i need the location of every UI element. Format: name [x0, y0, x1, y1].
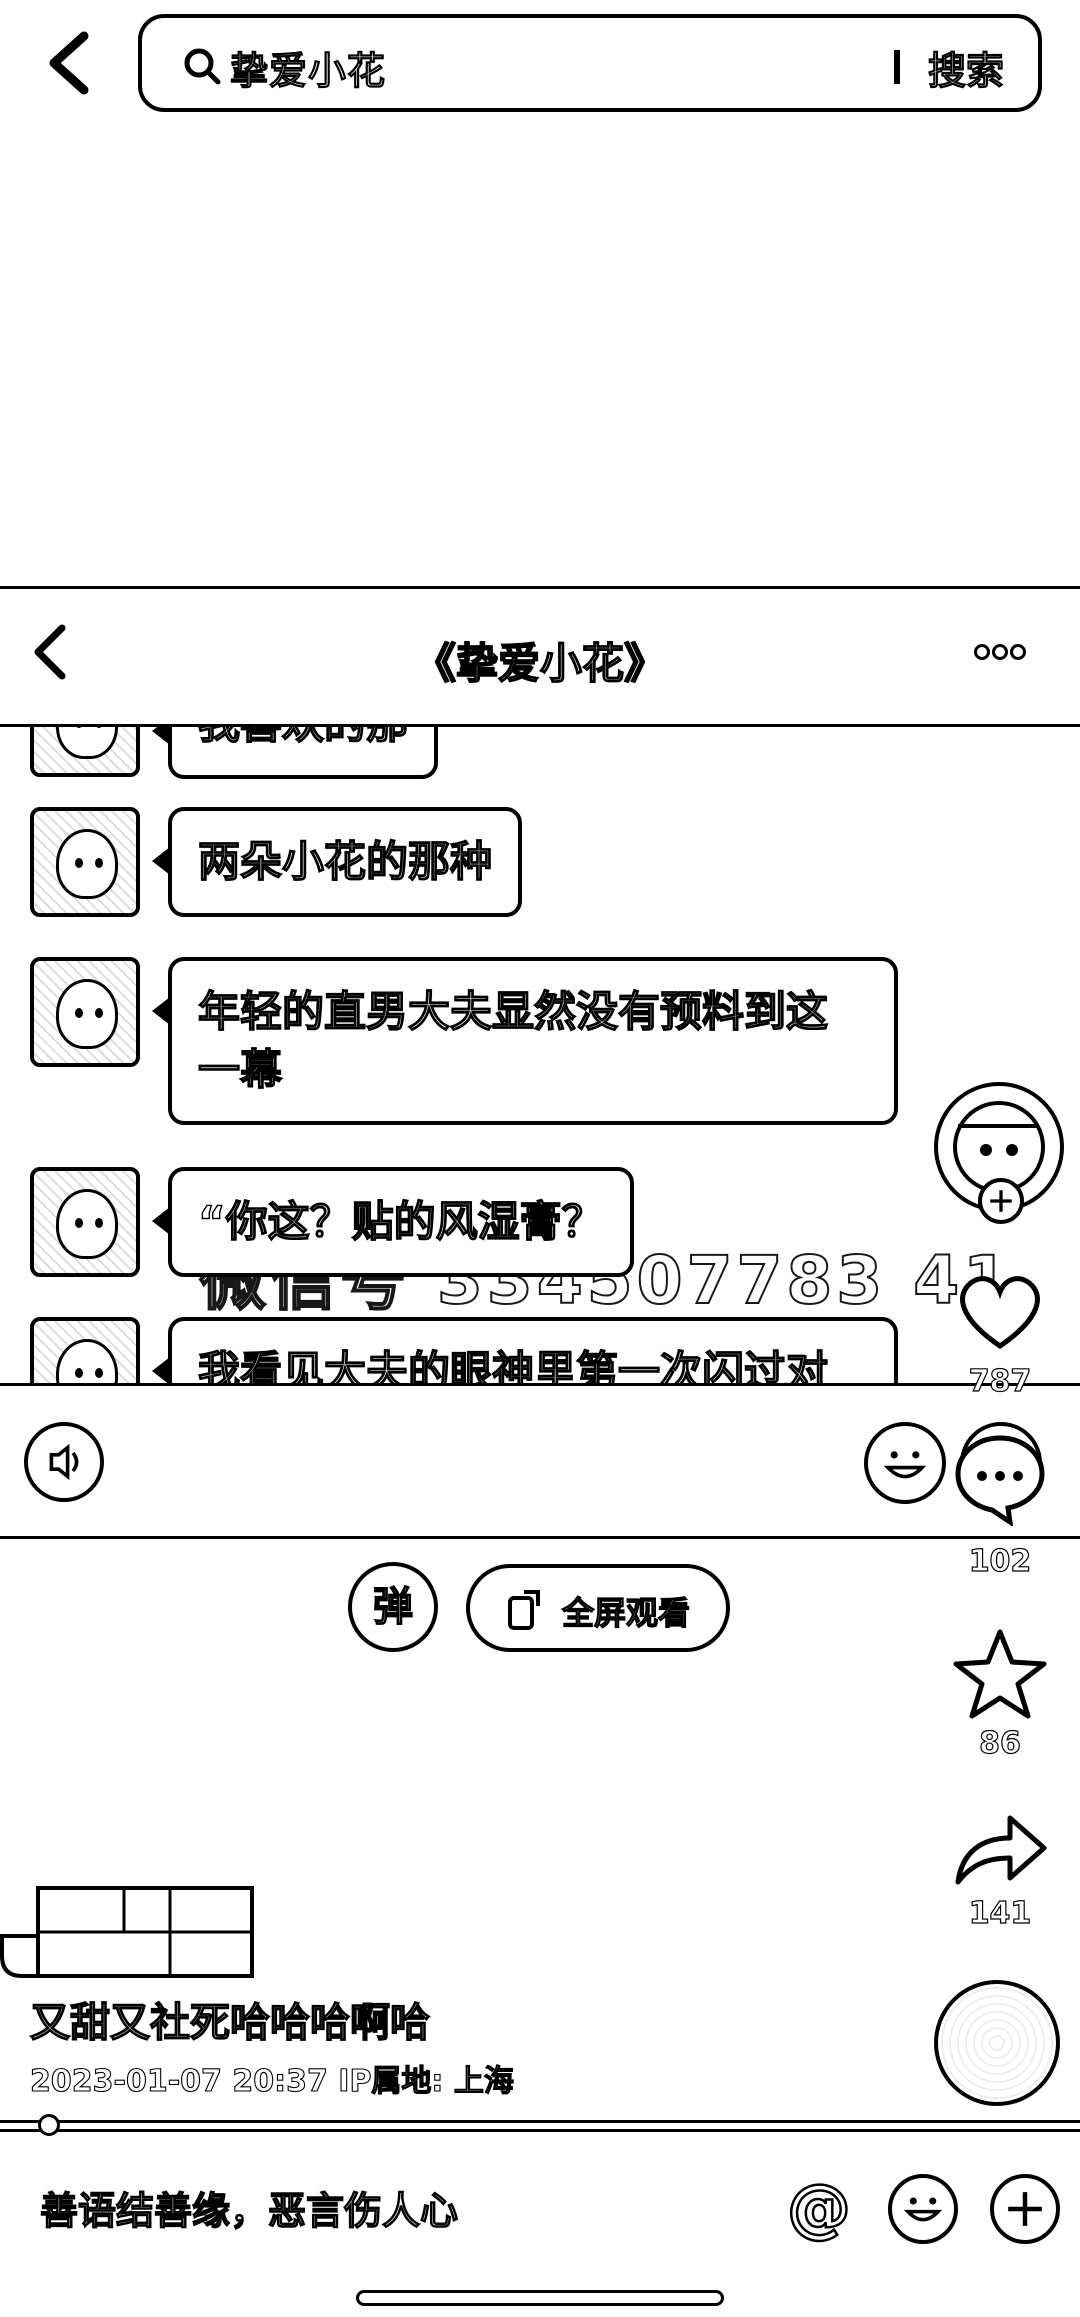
post-caption: 又甜又社死哈哈哈啊哈: [29, 1999, 430, 2046]
chat-avatar: [30, 957, 140, 1067]
comment-bubble-icon[interactable]: [952, 1430, 1048, 1526]
fullscreen-icon: [508, 1590, 540, 1630]
chat-message-text: 我看见大夫的眼神里第一次闪过对: [197, 1346, 829, 1383]
voice-icon: [24, 1422, 104, 1502]
favorite-star-icon[interactable]: [952, 1626, 1048, 1722]
video-progress-bar[interactable]: [0, 2120, 1080, 2132]
chat-bubble: 我喜欢的那: [151, 727, 439, 779]
chat-message-text: 我喜欢的那: [197, 727, 408, 749]
video-frame-bottom-border: [0, 1536, 1080, 1539]
share-arrow-icon[interactable]: [952, 1804, 1048, 1900]
chat-message-area: 微信号 334507783 41 我喜欢的那 两朵小花的那种 年轻的直男大夫显然…: [0, 727, 1080, 1383]
chat-input-divider: [0, 1383, 1080, 1386]
chat-bubble: 我看见大夫的眼神里第一次闪过对: [152, 1317, 898, 1383]
mention-at-symbol: @: [786, 2171, 853, 2248]
chat-message-text: “你这？贴的风湿膏？: [197, 1196, 604, 1246]
tag-grid-icon: [0, 1886, 254, 1978]
chat-title: 《挚爱小花》: [413, 638, 667, 689]
chat-bubble: 两朵小花的那种: [151, 807, 523, 917]
emoji-face-icon[interactable]: [888, 2174, 958, 2244]
search-button[interactable]: 搜索: [927, 40, 1004, 95]
more-dots-icon: [974, 644, 1028, 664]
chat-bubble: 年轻的直男大夫显然没有预料到这一幕: [152, 957, 898, 1125]
home-indicator[interactable]: [356, 2290, 724, 2306]
comment-input[interactable]: 善语结善缘，恶言伤人心: [39, 2180, 458, 2235]
search-bar[interactable]: 挚爱小花 搜索: [138, 14, 1042, 112]
post-meta: 2023-01-07 20:37 IP属地: 上海: [29, 2063, 514, 2099]
chat-message-text: 两朵小花的那种: [197, 836, 493, 886]
danmu-toggle-button[interactable]: 弹: [348, 1562, 438, 1652]
search-input[interactable]: 挚爱小花: [229, 40, 386, 95]
fullscreen-button[interactable]: 全屏观看: [466, 1564, 730, 1652]
chat-bubble: “你这？贴的风湿膏？: [152, 1167, 634, 1277]
progress-knob[interactable]: [38, 2114, 60, 2136]
comment-count: 102: [968, 1543, 1032, 1579]
chat-avatar: [30, 807, 140, 917]
chat-avatar: [30, 1317, 140, 1383]
share-count: 141: [968, 1895, 1032, 1931]
video-frame-top-border: [0, 586, 1080, 589]
chat-avatar: [30, 727, 140, 777]
chat-message-text: 年轻的直男大夫显然没有预料到这一幕: [197, 986, 829, 1094]
like-count: 787: [968, 1363, 1032, 1399]
back-arrow-icon[interactable]: [40, 28, 100, 98]
follow-plus-icon[interactable]: [978, 1178, 1024, 1224]
favorite-count: 86: [979, 1725, 1022, 1761]
chat-avatar: [30, 1167, 140, 1277]
search-cursor: [894, 50, 900, 84]
search-icon: [184, 48, 221, 85]
fullscreen-label: 全屏观看: [561, 1593, 691, 1632]
like-heart-icon[interactable]: [952, 1262, 1048, 1358]
add-plus-icon[interactable]: [990, 2174, 1060, 2244]
emoji-icon: [864, 1422, 946, 1504]
music-disc-icon[interactable]: [934, 1980, 1060, 2106]
mention-at-icon[interactable]: @: [784, 2171, 854, 2248]
